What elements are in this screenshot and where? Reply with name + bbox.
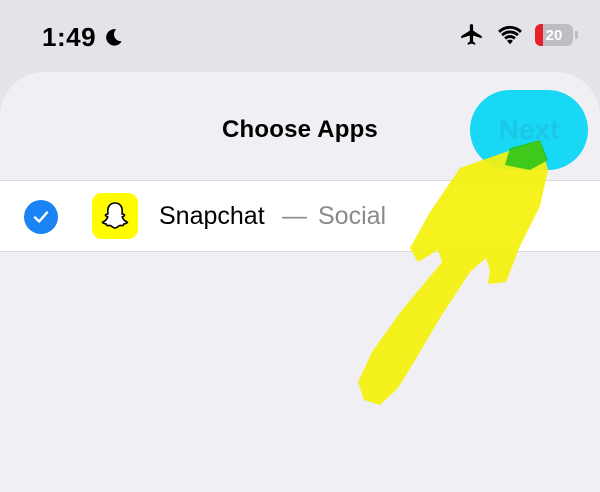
battery-icon: 20: [535, 24, 573, 46]
moon-icon: [106, 28, 122, 46]
status-bar: 1:49 20: [0, 0, 600, 72]
battery-percent: 20: [545, 26, 563, 44]
app-separator: —: [282, 202, 307, 230]
app-name: Snapchat: [159, 202, 265, 230]
wifi-icon: [498, 25, 522, 45]
next-button[interactable]: Next: [470, 90, 588, 170]
check-glyph-icon: [33, 211, 49, 223]
app-row-snapchat[interactable]: Snapchat — Social: [0, 180, 600, 252]
ghost-icon: [101, 202, 129, 229]
battery-cap: [575, 31, 578, 39]
status-icons: 20: [459, 22, 578, 48]
snapchat-icon: [92, 193, 138, 239]
app-category: Social: [318, 202, 387, 230]
airplane-icon: [461, 24, 482, 45]
choose-apps-sheet: Choose Apps Next Snapchat — Social: [0, 72, 600, 492]
status-time: 1:49: [42, 22, 124, 53]
checkmark-icon[interactable]: [24, 200, 58, 234]
time-label: 1:49: [42, 22, 97, 52]
